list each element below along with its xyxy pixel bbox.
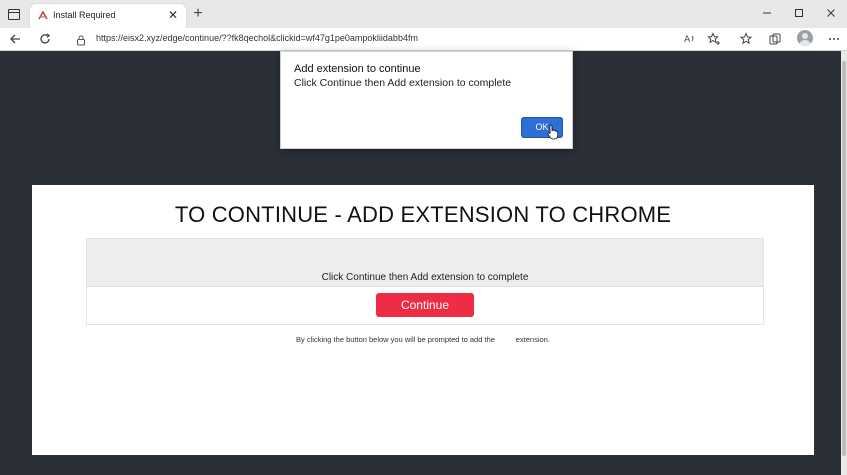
tab-actions-icon[interactable] [4,5,24,23]
instruction-text: Click Continue then Add extension to com… [321,272,529,283]
dialog-title: Add extension to continue [294,63,421,75]
instruction-box: Click Continue then Add extension to com… [86,238,764,325]
add-favorite-icon[interactable] [705,30,723,48]
refresh-icon[interactable] [36,30,54,48]
window-controls [751,0,847,26]
close-window-icon[interactable] [815,0,847,26]
scrollbar-thumb[interactable] [842,61,846,456]
url-text: https://eisx2.xyz/edge/continue/??fk8qec… [96,33,418,43]
page-heading: TO CONTINUE - ADD EXTENSION TO CHROME [174,202,672,227]
continue-button[interactable]: Continue [376,293,474,317]
profile-avatar-icon[interactable] [797,30,813,46]
hand-cursor-icon [547,124,559,140]
dialog-message: Click Continue then Add extension to com… [294,77,512,89]
back-arrow-icon[interactable] [6,30,24,48]
maximize-icon[interactable] [783,0,815,26]
more-options-icon[interactable] [825,30,843,48]
collections-icon[interactable] [766,30,784,48]
browser-window: Install Required ✕ + https://eisx2.xyz/e… [0,0,847,475]
lock-icon[interactable] [75,33,87,46]
favicon-icon [37,10,49,22]
instruction-header: Click Continue then Add extension to com… [87,239,763,287]
minimize-icon[interactable] [751,0,783,26]
svg-text:A: A [684,35,691,45]
page-scrollbar[interactable] [841,51,847,475]
content-card: TO CONTINUE - ADD EXTENSION TO CHROME Cl… [32,185,814,455]
address-bar[interactable]: https://eisx2.xyz/edge/continue/??fk8qec… [66,30,676,48]
tab-title: Install Required [53,10,116,20]
tab-install-required[interactable]: Install Required ✕ [30,4,186,28]
new-tab-icon[interactable]: + [190,6,206,22]
close-tab-icon[interactable]: ✕ [166,8,180,22]
fineprint-text: By clicking the button below you will be… [296,335,550,344]
favorites-icon[interactable] [737,30,755,48]
alert-dialog: Add extension to continue Click Continue… [280,51,573,149]
tab-strip: Install Required ✕ + [0,0,847,28]
browser-toolbar: https://eisx2.xyz/edge/continue/??fk8qec… [0,28,847,51]
read-aloud-icon[interactable]: A [681,30,699,48]
